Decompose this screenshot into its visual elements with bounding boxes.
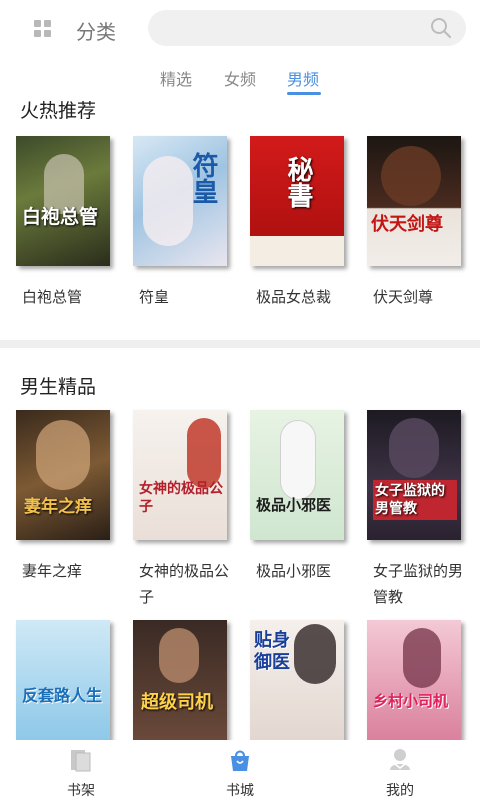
nav-label-bookstore: 书城 (226, 783, 254, 799)
tab-female[interactable]: 女频 (224, 66, 256, 90)
book-card[interactable]: 极品小邪医 极品小邪医 (250, 410, 348, 580)
book-title: 伏天剑尊 (373, 288, 434, 306)
book-cover[interactable]: 伏天剑尊 (367, 136, 461, 266)
nav-bookshelf[interactable]: 书架 (36, 740, 126, 800)
tab-male[interactable]: 男频 (287, 66, 319, 90)
section-title-premium: 男生精品 (20, 376, 97, 398)
book-cover[interactable]: 乡村小司机 (367, 620, 461, 744)
book-card[interactable]: 贴身御医 (250, 620, 348, 744)
nav-label-bookshelf: 书架 (67, 783, 95, 799)
bottom-navigation: 书架 书城 我的 (0, 740, 480, 800)
section-divider (0, 340, 480, 348)
category-label[interactable]: 分类 (76, 16, 116, 45)
tab-featured[interactable]: 精选 (160, 66, 192, 90)
book-title: 妻年之痒 (22, 562, 83, 580)
active-tab-indicator (287, 92, 321, 95)
book-card[interactable]: 白袍总管 白袍总管 (16, 136, 114, 306)
book-title: 极品女总裁 (256, 288, 332, 306)
book-cover[interactable]: 极品小邪医 (250, 410, 344, 540)
grid-menu-icon[interactable] (34, 20, 52, 38)
bookstore-icon (231, 750, 249, 771)
book-card[interactable]: 反套路人生 (16, 620, 114, 744)
book-card[interactable]: 秘書 极品女总裁 (250, 136, 348, 306)
book-cover[interactable]: 妻年之痒 (16, 410, 110, 540)
bookshelf-icon (71, 750, 91, 772)
book-cover[interactable]: 超级司机 (133, 620, 227, 744)
book-card[interactable]: 女子监狱的男管教 女子监狱的男管教 (367, 410, 465, 606)
channel-tabs: 精选 女频 男频 (0, 58, 480, 98)
nav-label-profile: 我的 (386, 783, 414, 799)
nav-profile[interactable]: 我的 (355, 740, 445, 800)
nav-bookstore[interactable]: 书城 (195, 740, 285, 800)
book-cover[interactable]: 符皇 (133, 136, 227, 266)
book-title: 女子监狱的男管教 (373, 562, 464, 606)
book-cover[interactable]: 秘書 (250, 136, 344, 266)
book-card[interactable]: 女神的极品公子 女神的极品公子 (133, 410, 231, 606)
search-icon[interactable] (430, 17, 452, 39)
book-cover[interactable]: 白袍总管 (16, 136, 110, 266)
book-cover[interactable]: 女子监狱的男管教 (367, 410, 461, 540)
profile-icon (390, 749, 410, 770)
book-title: 白袍总管 (22, 288, 83, 306)
book-card[interactable]: 伏天剑尊 伏天剑尊 (367, 136, 465, 306)
book-title: 极品小邪医 (256, 562, 332, 580)
book-card[interactable]: 乡村小司机 (367, 620, 465, 744)
book-title: 符皇 (139, 288, 170, 306)
book-card[interactable]: 妻年之痒 妻年之痒 (16, 410, 114, 580)
book-cover[interactable]: 反套路人生 (16, 620, 110, 744)
top-bar: 分类 (0, 0, 480, 58)
book-card[interactable]: 超级司机 (133, 620, 231, 744)
book-title: 女神的极品公子 (139, 562, 230, 606)
book-cover[interactable]: 贴身御医 (250, 620, 344, 744)
search-bar[interactable] (148, 10, 466, 46)
section-title-hot: 火热推荐 (20, 100, 97, 122)
book-cover[interactable]: 女神的极品公子 (133, 410, 227, 540)
book-card[interactable]: 符皇 符皇 (133, 136, 231, 306)
